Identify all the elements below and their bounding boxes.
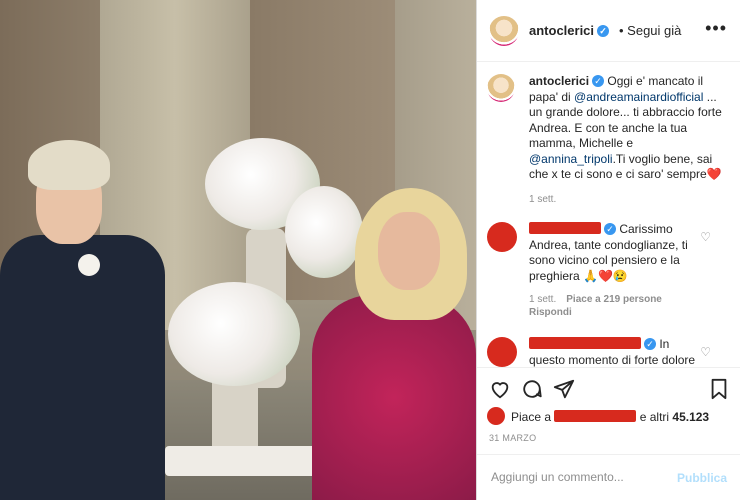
likes-line: Piace a e altri 45.123: [511, 410, 709, 424]
woman-figure: [312, 295, 476, 500]
post-date[interactable]: 31 MARZO: [489, 433, 536, 443]
likes-suffix: e altri: [639, 410, 670, 424]
follow-status[interactable]: • Segui già: [619, 23, 681, 38]
more-horizontal-icon[interactable]: •••: [705, 18, 727, 39]
likes-prefix: Piace a: [511, 410, 552, 424]
mention-link[interactable]: @annina_tripoli: [529, 152, 613, 166]
reply-button[interactable]: Rispondi: [529, 307, 572, 318]
avatar-redacted[interactable]: [487, 222, 517, 252]
comment-emoji: 🙏❤️😢: [583, 268, 628, 283]
flower-arrangement: [168, 282, 300, 386]
avatar-redacted[interactable]: [487, 407, 505, 425]
share-paper-plane-icon[interactable]: [553, 378, 575, 400]
add-comment-bar: Pubblica: [477, 454, 740, 501]
comment-text: ✓ Carissimo Andrea, tante condoglianze, …: [529, 222, 701, 284]
comment-like-heart-icon[interactable]: ♡: [700, 230, 711, 244]
likes-count[interactable]: 45.123: [672, 410, 709, 424]
redacted-username[interactable]: [554, 410, 637, 422]
bench: [165, 446, 320, 476]
verified-icon: ✓: [604, 223, 616, 235]
username-header[interactable]: antoclerici ✓: [529, 23, 610, 38]
publish-button[interactable]: Pubblica: [677, 471, 727, 485]
avatar-redacted[interactable]: [487, 337, 517, 367]
like-heart-icon[interactable]: [489, 378, 511, 400]
instagram-post-modal: antoclerici ✓ • Segui già ••• antoclerici…: [0, 0, 740, 500]
woman-face: [378, 212, 440, 290]
bookmark-icon[interactable]: [709, 378, 729, 400]
boutonniere: [78, 254, 100, 276]
redacted-username[interactable]: [529, 222, 601, 234]
heart-emoji: ❤️: [706, 167, 722, 181]
verified-icon: ✓: [597, 25, 610, 37]
caption-timestamp[interactable]: 1 sett.: [529, 194, 556, 205]
likes-summary: Piace a e altri 45.123: [487, 407, 737, 427]
comment-timestamp[interactable]: 1 sett.: [529, 294, 556, 305]
mention-link[interactable]: @andreamainardiofficial: [574, 90, 703, 104]
comment-meta: 1 sett. Piace a 219 persone: [529, 294, 662, 305]
verified-icon: ✓: [644, 338, 656, 350]
flower-arrangement: [285, 186, 363, 278]
post-photo[interactable]: [0, 0, 476, 500]
comment-likes-count[interactable]: Piace a 219 persone: [566, 294, 662, 305]
caption-username[interactable]: antoclerici: [529, 74, 589, 88]
man-hair: [28, 140, 110, 190]
redacted-username[interactable]: [529, 337, 641, 349]
post-side-panel: antoclerici ✓ • Segui già ••• antoclerici…: [476, 0, 740, 500]
man-figure: [0, 235, 165, 500]
verified-icon: ✓: [592, 75, 605, 87]
avatar[interactable]: [489, 16, 519, 46]
comment-input[interactable]: [489, 469, 683, 485]
caption-text: antoclerici ✓ Oggi e' mancato il papa' di…: [529, 74, 729, 183]
comment-like-heart-icon[interactable]: ♡: [700, 345, 711, 359]
comment-text: ✓ In questo momento di forte dolore: [529, 337, 701, 368]
comment-bubble-icon[interactable]: [521, 378, 543, 400]
username-text[interactable]: antoclerici: [529, 23, 594, 38]
post-header: antoclerici ✓ • Segui già •••: [477, 0, 740, 62]
avatar[interactable]: [487, 74, 515, 102]
